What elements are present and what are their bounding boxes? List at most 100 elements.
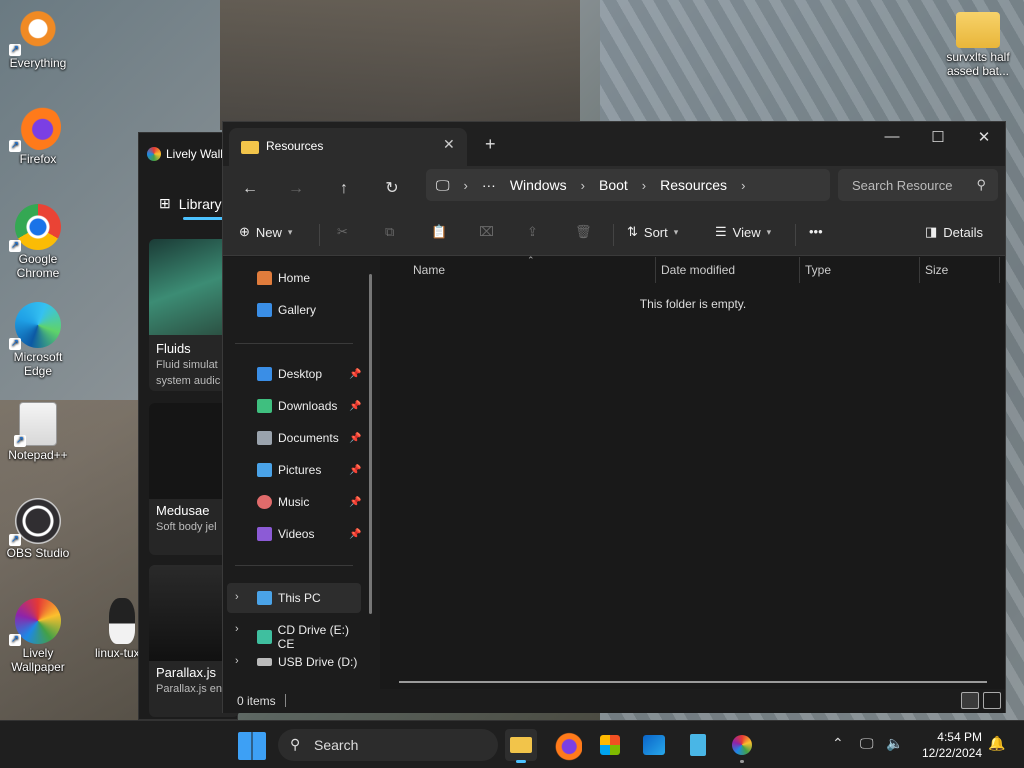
firefox-icon: ↗ [9,104,61,152]
tux-icon [109,598,135,644]
minimize-button[interactable]: — [869,128,915,145]
chevron-right-icon[interactable]: › [741,178,745,193]
share-button[interactable]: ⇪ [527,224,538,240]
nav-scrollbar[interactable] [369,274,372,614]
taskbar-firefox[interactable] [550,729,582,761]
file-list[interactable]: Name ⌃ Date modified Type Size This fold… [381,255,1005,689]
toolbar-divider [795,224,796,246]
desktop-icon-chrome[interactable]: ↗ Google Chrome [0,204,76,280]
navigation-pane[interactable]: Home Gallery Desktop 📌 Downloads 📌 Docum… [223,257,380,689]
details-view-button[interactable] [961,692,979,709]
details-pane-button[interactable]: ◨ Details [925,224,983,240]
horizontal-scrollbar[interactable] [399,681,987,683]
delete-button[interactable]: 🗑 [575,224,592,240]
lively-library-tab[interactable]: ⊞ Library [159,195,222,212]
more-options-button[interactable]: ••• [809,224,823,239]
taskbar-store[interactable] [594,729,626,761]
chevron-right-icon[interactable]: › [235,591,239,603]
overflow-icon[interactable]: ··· [482,177,496,193]
column-divider[interactable] [799,257,800,283]
chevron-right-icon: › [580,177,585,193]
forward-button[interactable]: → [281,176,311,202]
back-button[interactable]: ← [235,176,265,202]
taskbar-outlook[interactable] [638,729,670,761]
network-icon[interactable]: 🖵 [860,735,874,752]
breadcrumb-boot[interactable]: Boot [599,177,628,193]
maximize-button[interactable]: ☐ [915,128,961,146]
desktop-icon-edge[interactable]: ↗ Microsoft Edge [0,302,76,378]
nav-pictures[interactable]: Pictures 📌 [257,463,367,477]
desktop-icon-firefox[interactable]: ↗ Firefox [0,104,76,166]
column-header-date-modified[interactable]: Date modified [661,263,735,277]
copy-button[interactable]: ⧉ [385,224,394,240]
large-icons-view-button[interactable] [983,692,1001,709]
folder-icon [956,12,1000,48]
close-window-button[interactable]: ✕ [961,128,1007,146]
desktop-icon-folder[interactable]: survxlts half assed bat... [938,8,1018,78]
new-button[interactable]: ⊕ New ▾ [239,224,292,240]
column-header-name[interactable]: Name [413,263,445,277]
obs-icon: ↗ [9,498,61,546]
tab-resources[interactable]: Resources ✕ [229,128,467,166]
nav-music[interactable]: Music 📌 [257,495,367,509]
column-divider[interactable] [655,257,656,283]
desktop-icon-everything[interactable]: ↗ Everything [0,8,76,70]
desktop-icon-obs[interactable]: ↗ OBS Studio [0,498,76,560]
sort-icon: ⇅ [627,224,638,239]
desktop-icon-lively[interactable]: ↗ Lively Wallpaper [0,598,76,674]
outlook-icon [643,735,665,755]
folder-icon [241,141,259,154]
file-explorer-window[interactable]: Resources ✕ + — ☐ ✕ ← → ↑ ↻ 🖵 › ··· Wind… [222,121,1006,713]
nav-documents[interactable]: Documents 📌 [257,431,367,445]
search-icon: ⚲ [290,736,301,752]
system-clock[interactable]: 4:54 PM 12/22/2024 [910,729,982,761]
taskbar-lively[interactable] [726,729,758,763]
nav-usb-drive[interactable]: USB Drive (D:) [257,655,367,669]
new-tab-button[interactable]: + [485,134,496,155]
search-box[interactable]: Search Resource ⚲ [838,169,998,201]
sort-ascending-icon: ⌃ [527,255,535,265]
chevron-up-icon[interactable]: ⌃ [832,735,844,752]
taskbar-search[interactable]: ⚲ Search [278,729,498,761]
desktop-icon-notepadpp[interactable]: ↗ Notepad++ [0,402,76,462]
up-button[interactable]: ↑ [329,176,359,202]
nav-videos[interactable]: Videos 📌 [257,527,367,541]
tab-bar: Resources ✕ + — ☐ ✕ [223,122,1005,166]
nav-downloads[interactable]: Downloads 📌 [257,399,367,413]
paste-button[interactable]: 📋 [431,224,447,240]
close-tab-icon[interactable]: ✕ [443,136,455,153]
nav-gallery[interactable]: Gallery [257,303,367,317]
taskbar-notepad[interactable] [682,729,714,761]
column-header-size[interactable]: Size [925,263,948,277]
notepadpp-icon: ↗ [14,402,57,447]
active-indicator [516,760,526,763]
sort-button[interactable]: ⇅ Sort ▾ [627,224,678,240]
nav-cd-drive[interactable]: CD Drive (E:) CE [257,623,367,651]
address-bar[interactable]: 🖵 › ··· Windows › Boot › Resources › [426,169,830,201]
view-button[interactable]: ☰ View ▾ [715,224,771,240]
breadcrumb-resources[interactable]: Resources [660,177,727,193]
chevron-right-icon[interactable]: › [235,623,239,635]
refresh-button[interactable]: ↻ [377,176,407,202]
search-icon: ⚲ [976,177,986,192]
rename-button[interactable]: ⌧ [479,224,494,240]
nav-desktop[interactable]: Desktop 📌 [257,367,367,381]
pin-icon: 📌 [349,400,362,412]
notification-bell-icon[interactable]: 🔔 [988,735,1005,752]
nav-this-pc[interactable]: This PC [257,591,367,605]
volume-icon[interactable]: 🔈 [886,735,903,752]
pin-icon: 📌 [349,432,362,444]
start-button[interactable] [238,732,266,760]
chevron-down-icon: ▾ [287,226,293,237]
taskbar-file-explorer[interactable] [505,729,537,763]
nav-home[interactable]: Home [257,271,367,285]
column-divider[interactable] [919,257,920,283]
status-divider [285,694,286,707]
cut-button[interactable]: ✂ [337,224,348,240]
column-divider[interactable] [999,257,1000,283]
column-header-type[interactable]: Type [805,263,831,277]
breadcrumb-windows[interactable]: Windows [510,177,567,193]
chrome-icon: ↗ [9,204,61,252]
chevron-right-icon[interactable]: › [235,655,239,667]
this-pc-icon [257,591,272,605]
